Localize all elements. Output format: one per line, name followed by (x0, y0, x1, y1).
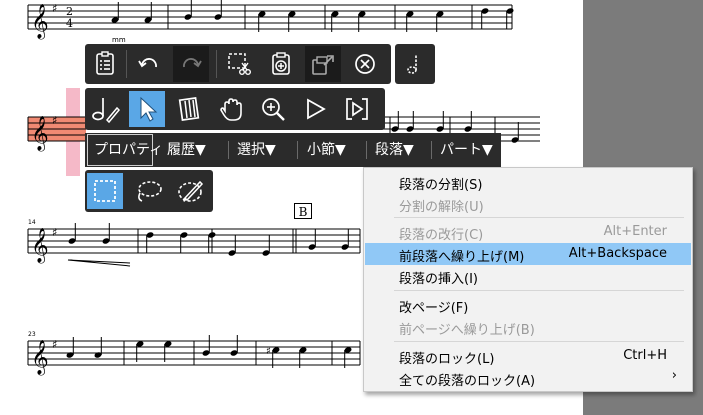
note-tool-toolbar (395, 44, 435, 84)
menu-item-label: 前ページへ繰り上げ(B) (399, 323, 535, 338)
note-edit-button[interactable] (87, 91, 123, 127)
measure-select-button[interactable] (171, 91, 207, 127)
properties-list-button[interactable] (87, 46, 123, 82)
brush-select-icon (178, 180, 204, 202)
menu-properties[interactable]: プロパティ (87, 134, 163, 166)
menu-item-insert-system[interactable]: 段落の挿入(I) (365, 265, 691, 287)
menu-item-label: 段落のロック(L) (399, 352, 495, 367)
measure-number: 14 (28, 219, 36, 226)
pointer-button[interactable] (129, 91, 165, 127)
properties-list-icon (96, 51, 114, 75)
paste-icon (272, 52, 290, 75)
paste-button[interactable] (263, 46, 299, 82)
play-from-button[interactable] (339, 91, 375, 127)
menu-item-label: 段落の分割(S) (399, 178, 483, 193)
key-signature-sharp: ♯ (52, 114, 57, 127)
decrescendo-hairpin (67, 259, 131, 267)
menu-item-shortcut: Alt+Backspace (568, 246, 667, 261)
menu-select[interactable]: 選択▼ (231, 133, 295, 167)
menu-history[interactable]: 履歴▼ (161, 133, 225, 167)
cut-selection-icon (228, 53, 252, 76)
time-signature-bottom: 4 (66, 17, 73, 30)
undo-button[interactable] (131, 46, 167, 82)
menu-part[interactable]: パート▼ (434, 133, 500, 167)
menu-item-label: 段落の改行(C) (399, 228, 484, 243)
zoom-button[interactable] (255, 91, 291, 127)
redo-icon (183, 58, 202, 68)
play-button[interactable] (297, 91, 333, 127)
menu-item-split-system[interactable]: 段落の分割(S) (365, 171, 691, 193)
menu-item-unsplit[interactable]: 分割の解除(U) (365, 193, 691, 215)
lasso-select-icon (138, 181, 162, 202)
menu-item-label: 全ての段落のロック(A) (399, 374, 536, 389)
rect-select-icon (94, 180, 116, 202)
system-context-menu: 段落の分割(S) 分割の解除(U) 段落の改行(C) Alt+Enter 前段落… (363, 167, 693, 392)
menu-item-label: 分割の解除(U) (399, 200, 484, 215)
menu-measure[interactable]: 小節▼ (301, 133, 365, 167)
menu-item-label: 改ページ(F) (399, 301, 469, 316)
key-signature-sharp: ♯ (52, 226, 57, 239)
note-edit-icon (92, 98, 120, 124)
play-icon (307, 98, 326, 120)
mark-text: mm (112, 36, 126, 44)
menu-item-lock-system[interactable]: 段落のロック(L) Ctrl+H (365, 345, 691, 367)
play-from-icon (346, 98, 368, 120)
selection-toolbar (85, 170, 213, 212)
submenu-arrow-icon: › (671, 368, 677, 383)
key-signature-sharp: ♯ (52, 2, 57, 15)
rehearsal-mark[interactable]: B (294, 203, 312, 219)
menu-item-shortcut: Alt+Enter (603, 224, 667, 239)
treble-clef: 𝄞 (31, 116, 49, 152)
menu-item-move-to-previous-system[interactable]: 前段落へ繰り上げ(M) Alt+Backspace (365, 243, 691, 265)
export-icon (312, 55, 334, 75)
export-button[interactable] (305, 46, 341, 82)
menu-item-page-break[interactable]: 改ページ(F) (365, 294, 691, 316)
zoom-icon (262, 98, 285, 121)
menu-item-label: 段落の挿入(I) (399, 272, 478, 287)
accidental-sharp: ♯ (266, 346, 271, 357)
rect-select-button[interactable] (87, 173, 123, 209)
score-menubar: プロパティ 履歴▼ 選択▼ 小節▼ 段落▼ パート▼ (85, 133, 501, 167)
note-tool-button[interactable] (397, 46, 433, 82)
treble-clef: 𝄞 (31, 4, 49, 40)
treble-clef: 𝄞 (31, 340, 49, 376)
delete-icon (355, 54, 375, 74)
hand-icon (220, 98, 242, 121)
delete-button[interactable] (347, 46, 383, 82)
tool-palette (85, 88, 385, 130)
menu-item-system-break[interactable]: 段落の改行(C) Alt+Enter (365, 221, 691, 243)
redo-button[interactable] (173, 46, 209, 82)
undo-icon (138, 58, 157, 68)
treble-clef: 𝄞 (31, 228, 49, 264)
hand-button[interactable] (213, 91, 249, 127)
cut-selection-button[interactable] (221, 46, 257, 82)
brush-select-button[interactable] (173, 173, 209, 209)
measure-select-icon (178, 97, 200, 121)
lasso-select-button[interactable] (131, 173, 167, 209)
menu-item-lock-all-systems[interactable]: 全ての段落のロック(A) › (365, 367, 691, 389)
menu-item-label: 前段落へ繰り上げ(M) (399, 250, 525, 265)
menu-item-move-to-previous-page[interactable]: 前ページへ繰り上げ(B) (365, 316, 691, 338)
measure-number: 23 (28, 331, 36, 338)
menu-item-shortcut: Ctrl+H (623, 348, 667, 363)
note-tool-icon (407, 55, 417, 74)
menu-system[interactable]: 段落▼ (369, 133, 433, 167)
edit-toolbar (85, 44, 391, 84)
pointer-icon (140, 96, 158, 122)
key-signature-sharp: ♯ (52, 338, 57, 351)
